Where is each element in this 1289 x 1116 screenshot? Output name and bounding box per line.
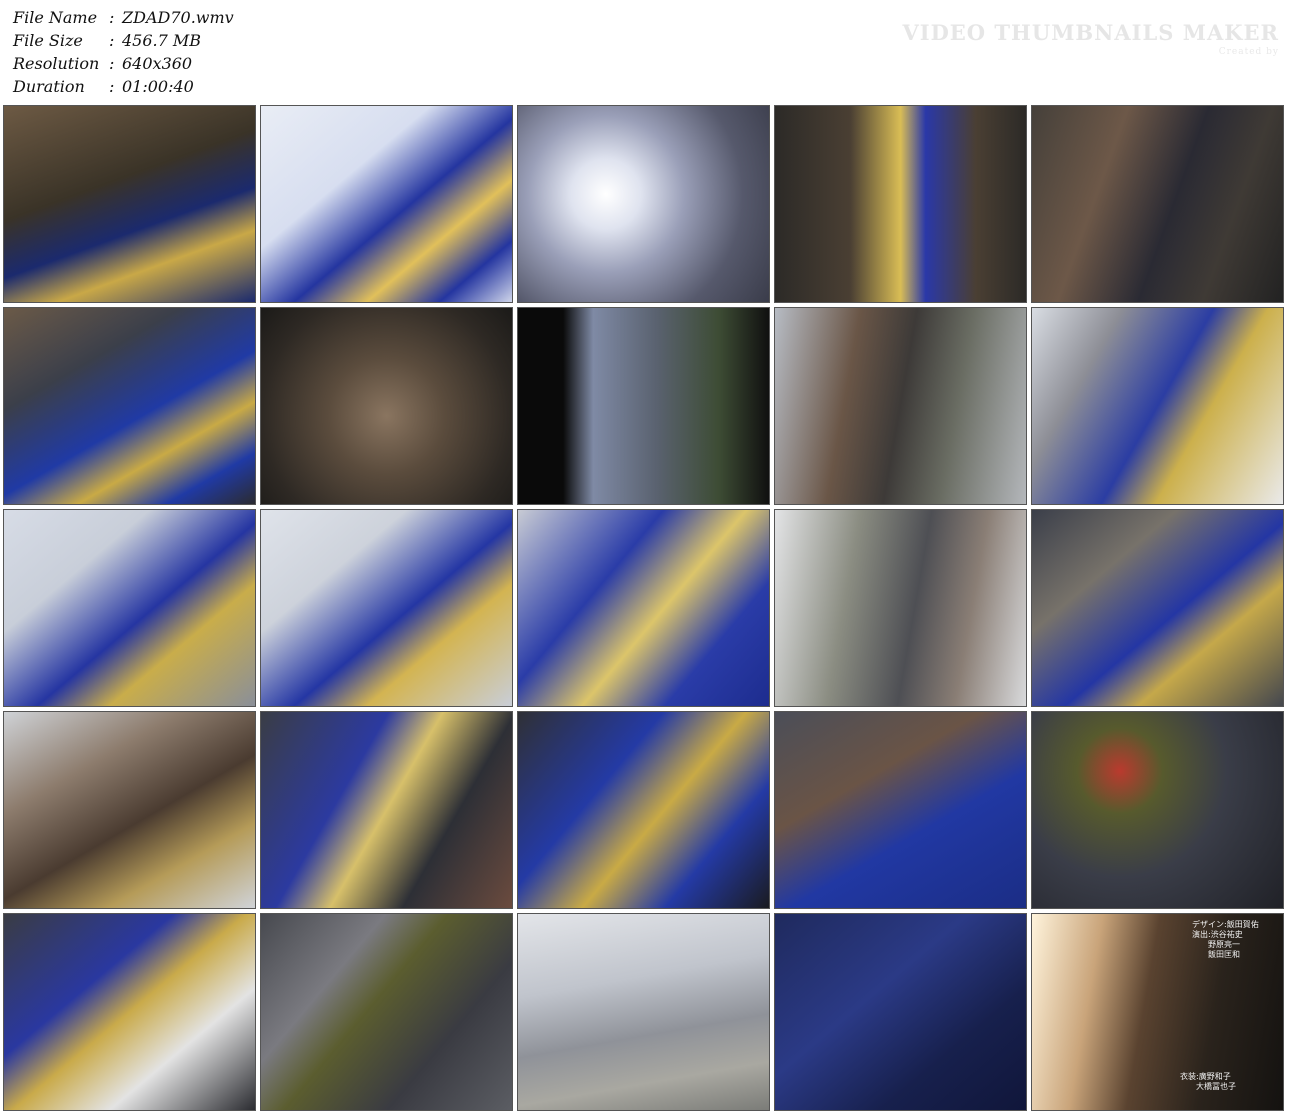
video-thumbnail[interactable] — [1031, 711, 1284, 909]
file-name-label: File Name — [13, 8, 98, 27]
video-thumbnail[interactable] — [3, 913, 256, 1111]
video-thumbnail[interactable] — [517, 105, 770, 303]
credit-text-costume: 衣装:廣野和子 大橋冨也子 — [1180, 1072, 1236, 1091]
thumbnail-image — [1032, 712, 1283, 908]
thumbnail-image — [518, 106, 769, 302]
video-thumbnail[interactable] — [3, 711, 256, 909]
thumbnail-image — [518, 914, 769, 1110]
video-thumbnail[interactable]: デザイン:飯田賀佑 演出:渋谷祐史 野原亮一 飯田匡和衣装:廣野和子 大橋冨也子 — [1031, 913, 1284, 1111]
video-thumbnail[interactable] — [1031, 307, 1284, 505]
thumbnail-image — [261, 106, 512, 302]
video-thumbnail[interactable] — [260, 711, 513, 909]
thumbnail-image — [1032, 510, 1283, 706]
thumbnail-image — [775, 106, 1026, 302]
credit-text-design: デザイン:飯田賀佑 演出:渋谷祐史 野原亮一 飯田匡和 — [1192, 920, 1259, 959]
video-thumbnail[interactable] — [1031, 105, 1284, 303]
thumbnail-image — [518, 510, 769, 706]
video-thumbnail[interactable] — [260, 509, 513, 707]
watermark: VIDEO THUMBNAILS MAKER Created by — [902, 20, 1279, 57]
video-thumbnail[interactable] — [774, 307, 1027, 505]
file-name-row: File Name : ZDAD70.wmv — [13, 6, 234, 29]
header: File Name : ZDAD70.wmv File Size : 456.7… — [0, 0, 1289, 104]
watermark-title: VIDEO THUMBNAILS MAKER — [902, 20, 1279, 45]
video-thumbnail[interactable] — [517, 913, 770, 1111]
video-thumbnail[interactable] — [774, 711, 1027, 909]
file-size-value: 456.7 MB — [122, 31, 202, 50]
video-thumbnail[interactable] — [774, 913, 1027, 1111]
file-info-table: File Name : ZDAD70.wmv File Size : 456.7… — [13, 6, 234, 98]
separator: : — [109, 54, 115, 73]
thumbnail-image — [4, 106, 255, 302]
thumbnail-image — [4, 914, 255, 1110]
thumbnail-image — [261, 914, 512, 1110]
video-thumbnail[interactable] — [517, 711, 770, 909]
file-size-label: File Size — [13, 31, 83, 50]
resolution-label: Resolution — [13, 54, 100, 73]
resolution-value: 640x360 — [122, 54, 193, 73]
watermark-subtitle: Created by — [1218, 47, 1279, 57]
thumbnail-image — [261, 308, 512, 504]
video-thumbnail[interactable] — [517, 509, 770, 707]
thumbnail-image — [1032, 106, 1283, 302]
thumbnail-image — [4, 308, 255, 504]
video-thumbnail[interactable] — [1031, 509, 1284, 707]
video-thumbnail[interactable] — [517, 307, 770, 505]
video-thumbnail[interactable] — [260, 105, 513, 303]
thumbnail-image — [261, 510, 512, 706]
thumbnail-image — [1032, 308, 1283, 504]
duration-row: Duration : 01:00:40 — [13, 75, 234, 98]
separator: : — [109, 77, 115, 96]
separator: : — [109, 8, 115, 27]
video-thumbnail[interactable] — [3, 105, 256, 303]
file-name-value: ZDAD70.wmv — [122, 8, 234, 27]
video-thumbnail[interactable] — [774, 105, 1027, 303]
thumbnail-image — [261, 712, 512, 908]
thumbnail-image — [4, 510, 255, 706]
video-thumbnail[interactable] — [774, 509, 1027, 707]
duration-value: 01:00:40 — [122, 77, 194, 96]
thumbnail-image — [775, 510, 1026, 706]
thumbnail-image — [4, 712, 255, 908]
resolution-row: Resolution : 640x360 — [13, 52, 234, 75]
thumbnail-image — [775, 712, 1026, 908]
video-thumbnail[interactable] — [260, 913, 513, 1111]
file-size-row: File Size : 456.7 MB — [13, 29, 234, 52]
thumbnail-image — [775, 914, 1026, 1110]
thumbnail-grid: デザイン:飯田賀佑 演出:渋谷祐史 野原亮一 飯田匡和衣装:廣野和子 大橋冨也子 — [3, 105, 1287, 1112]
video-thumbnail[interactable] — [3, 509, 256, 707]
thumbnail-image — [518, 308, 769, 504]
thumbnail-image — [775, 308, 1026, 504]
duration-label: Duration — [13, 77, 85, 96]
video-thumbnail[interactable] — [3, 307, 256, 505]
thumbnail-image — [518, 712, 769, 908]
video-thumbnail[interactable] — [260, 307, 513, 505]
separator: : — [109, 31, 115, 50]
